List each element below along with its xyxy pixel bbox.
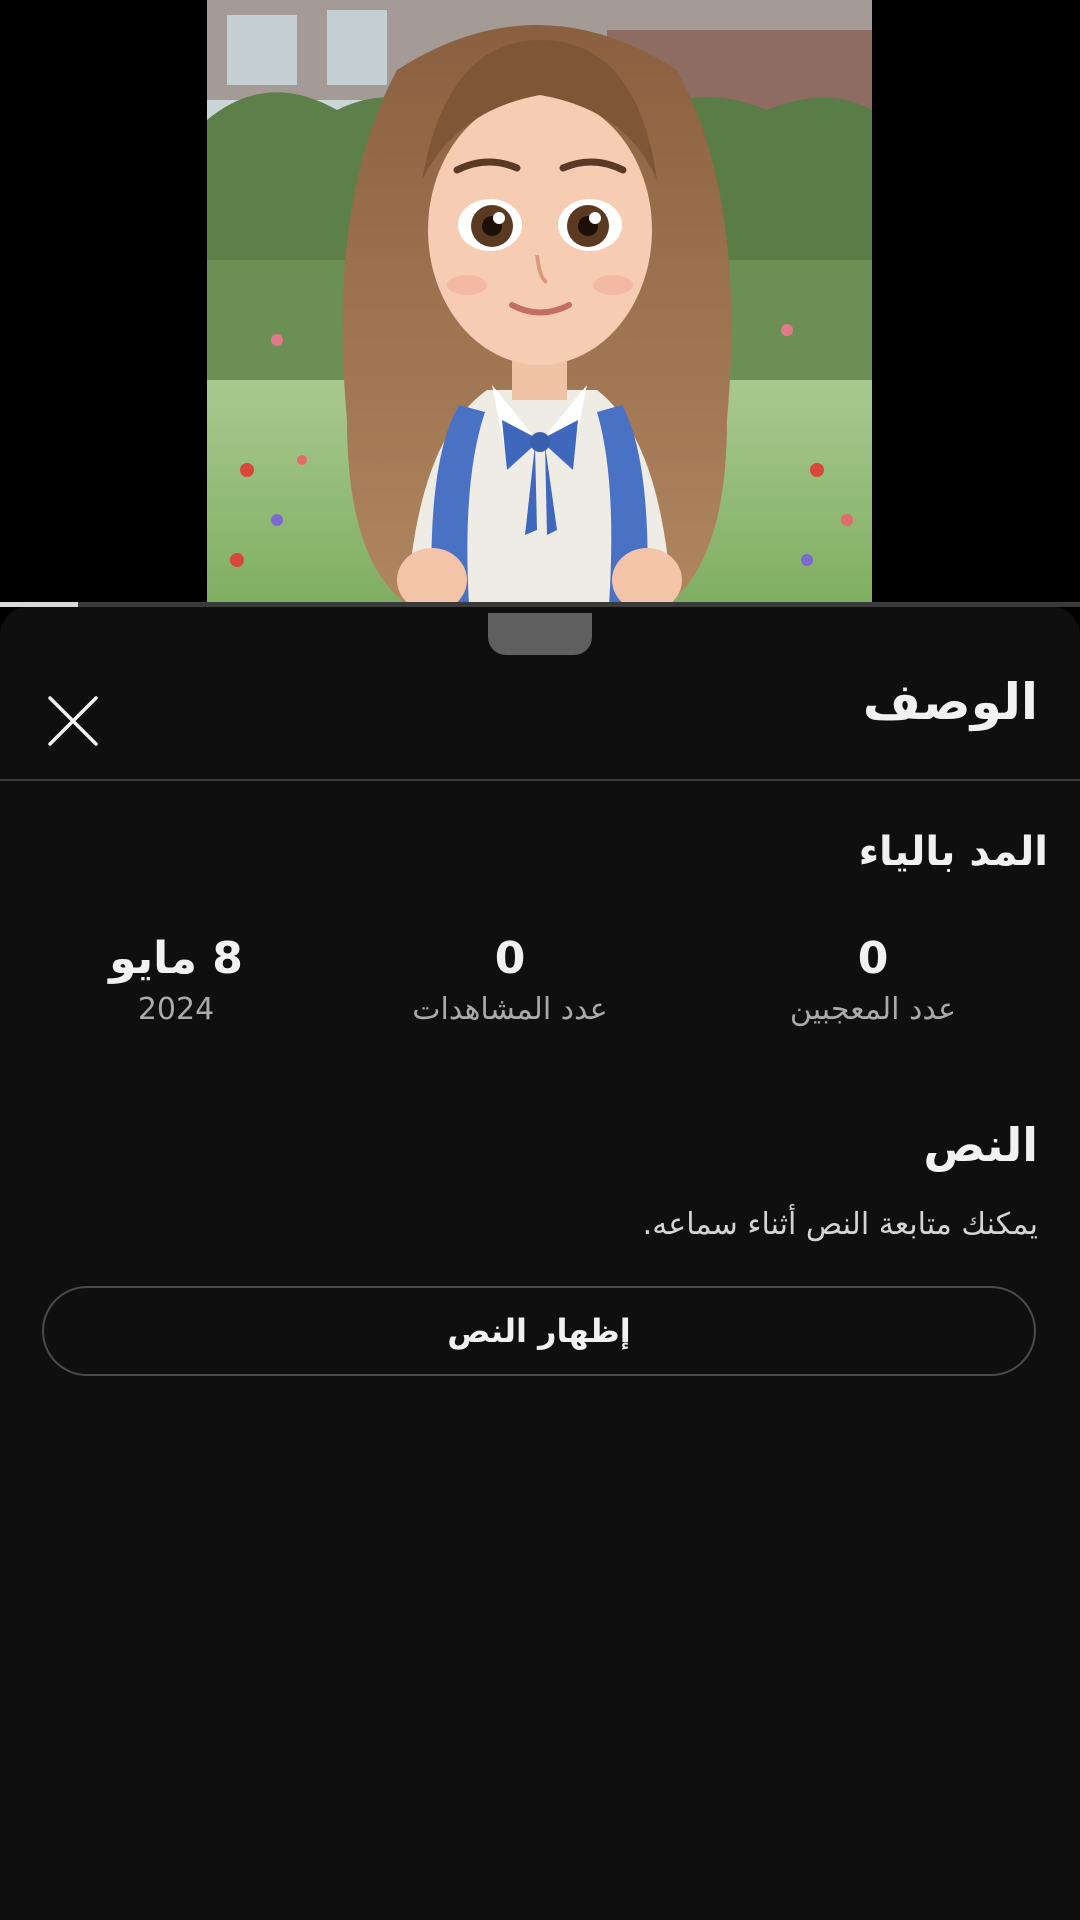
views-label: عدد المشاهدات bbox=[412, 992, 608, 1027]
transcript-heading: النص bbox=[923, 1118, 1038, 1172]
likes-label: عدد المعجبين bbox=[789, 992, 957, 1027]
close-icon bbox=[48, 696, 98, 746]
sheet-title: الوصف bbox=[862, 673, 1038, 731]
publish-date: 8 مايو bbox=[109, 933, 243, 984]
likes-count: 0 bbox=[857, 933, 889, 984]
transcript-description: يمكنك متابعة النص أثناء سماعه. bbox=[642, 1207, 1038, 1242]
close-button[interactable] bbox=[44, 692, 102, 750]
description-sheet: الوصف المد بالياء 0 عدد المعجبين 0 عدد ا… bbox=[0, 607, 1080, 1920]
video-player[interactable] bbox=[0, 0, 1080, 607]
views-stat: 0 عدد المشاهدات bbox=[360, 937, 660, 1025]
header-divider bbox=[0, 779, 1080, 781]
show-transcript-button[interactable]: إظهار النص bbox=[42, 1286, 1036, 1376]
publish-date-stat: 8 مايو 2024 bbox=[26, 937, 326, 1025]
likes-stat: 0 عدد المعجبين bbox=[723, 937, 1023, 1025]
video-thumbnail bbox=[207, 0, 872, 605]
screen: الوصف المد بالياء 0 عدد المعجبين 0 عدد ا… bbox=[0, 0, 1080, 1920]
publish-year: 2024 bbox=[137, 992, 215, 1027]
views-count: 0 bbox=[494, 933, 526, 984]
video-title: المد بالياء bbox=[858, 829, 1048, 875]
sheet-drag-handle[interactable] bbox=[488, 613, 592, 655]
